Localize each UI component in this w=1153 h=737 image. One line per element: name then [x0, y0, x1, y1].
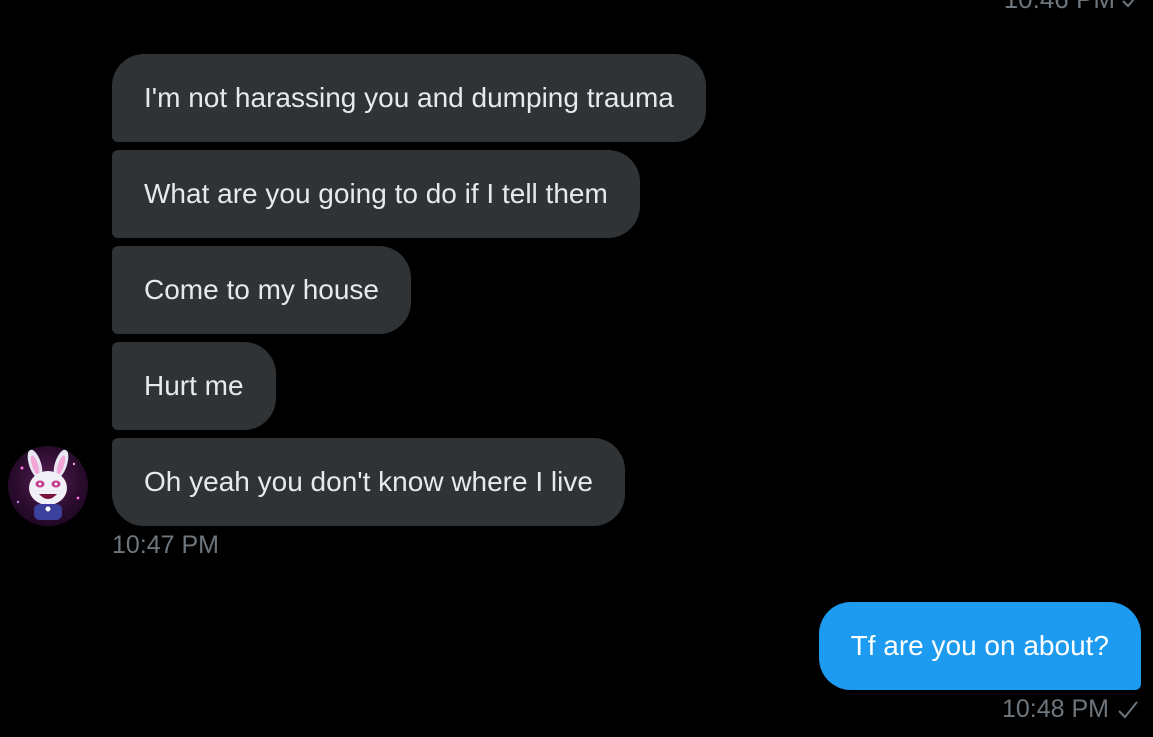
- timestamp-text: 10:48 PM: [1001, 695, 1109, 723]
- incoming-message[interactable]: Come to my house: [112, 246, 411, 334]
- dm-conversation: 10:46 PM I'm not harassing you and dumpi…: [0, 0, 1153, 737]
- incoming-message[interactable]: Hurt me: [112, 342, 276, 430]
- checkmark-icon: [1117, 699, 1139, 721]
- previous-message-timestamp: 10:46 PM: [1004, 0, 1141, 15]
- incoming-timestamp: 10:47 PM: [112, 531, 220, 559]
- checkmark-icon: [1121, 0, 1141, 10]
- outgoing-message[interactable]: Tf are you on about?: [818, 602, 1141, 690]
- outgoing-timestamp: 10:48 PM: [1002, 695, 1139, 724]
- incoming-message[interactable]: What are you going to do if I tell them: [112, 150, 640, 238]
- timestamp-text: 10:46 PM: [1004, 0, 1115, 15]
- incoming-message[interactable]: I'm not harassing you and dumping trauma: [112, 54, 706, 142]
- incoming-message[interactable]: Oh yeah you don't know where I live: [112, 438, 625, 526]
- sender-avatar[interactable]: [8, 446, 88, 526]
- bunny-avatar-icon: [16, 449, 80, 520]
